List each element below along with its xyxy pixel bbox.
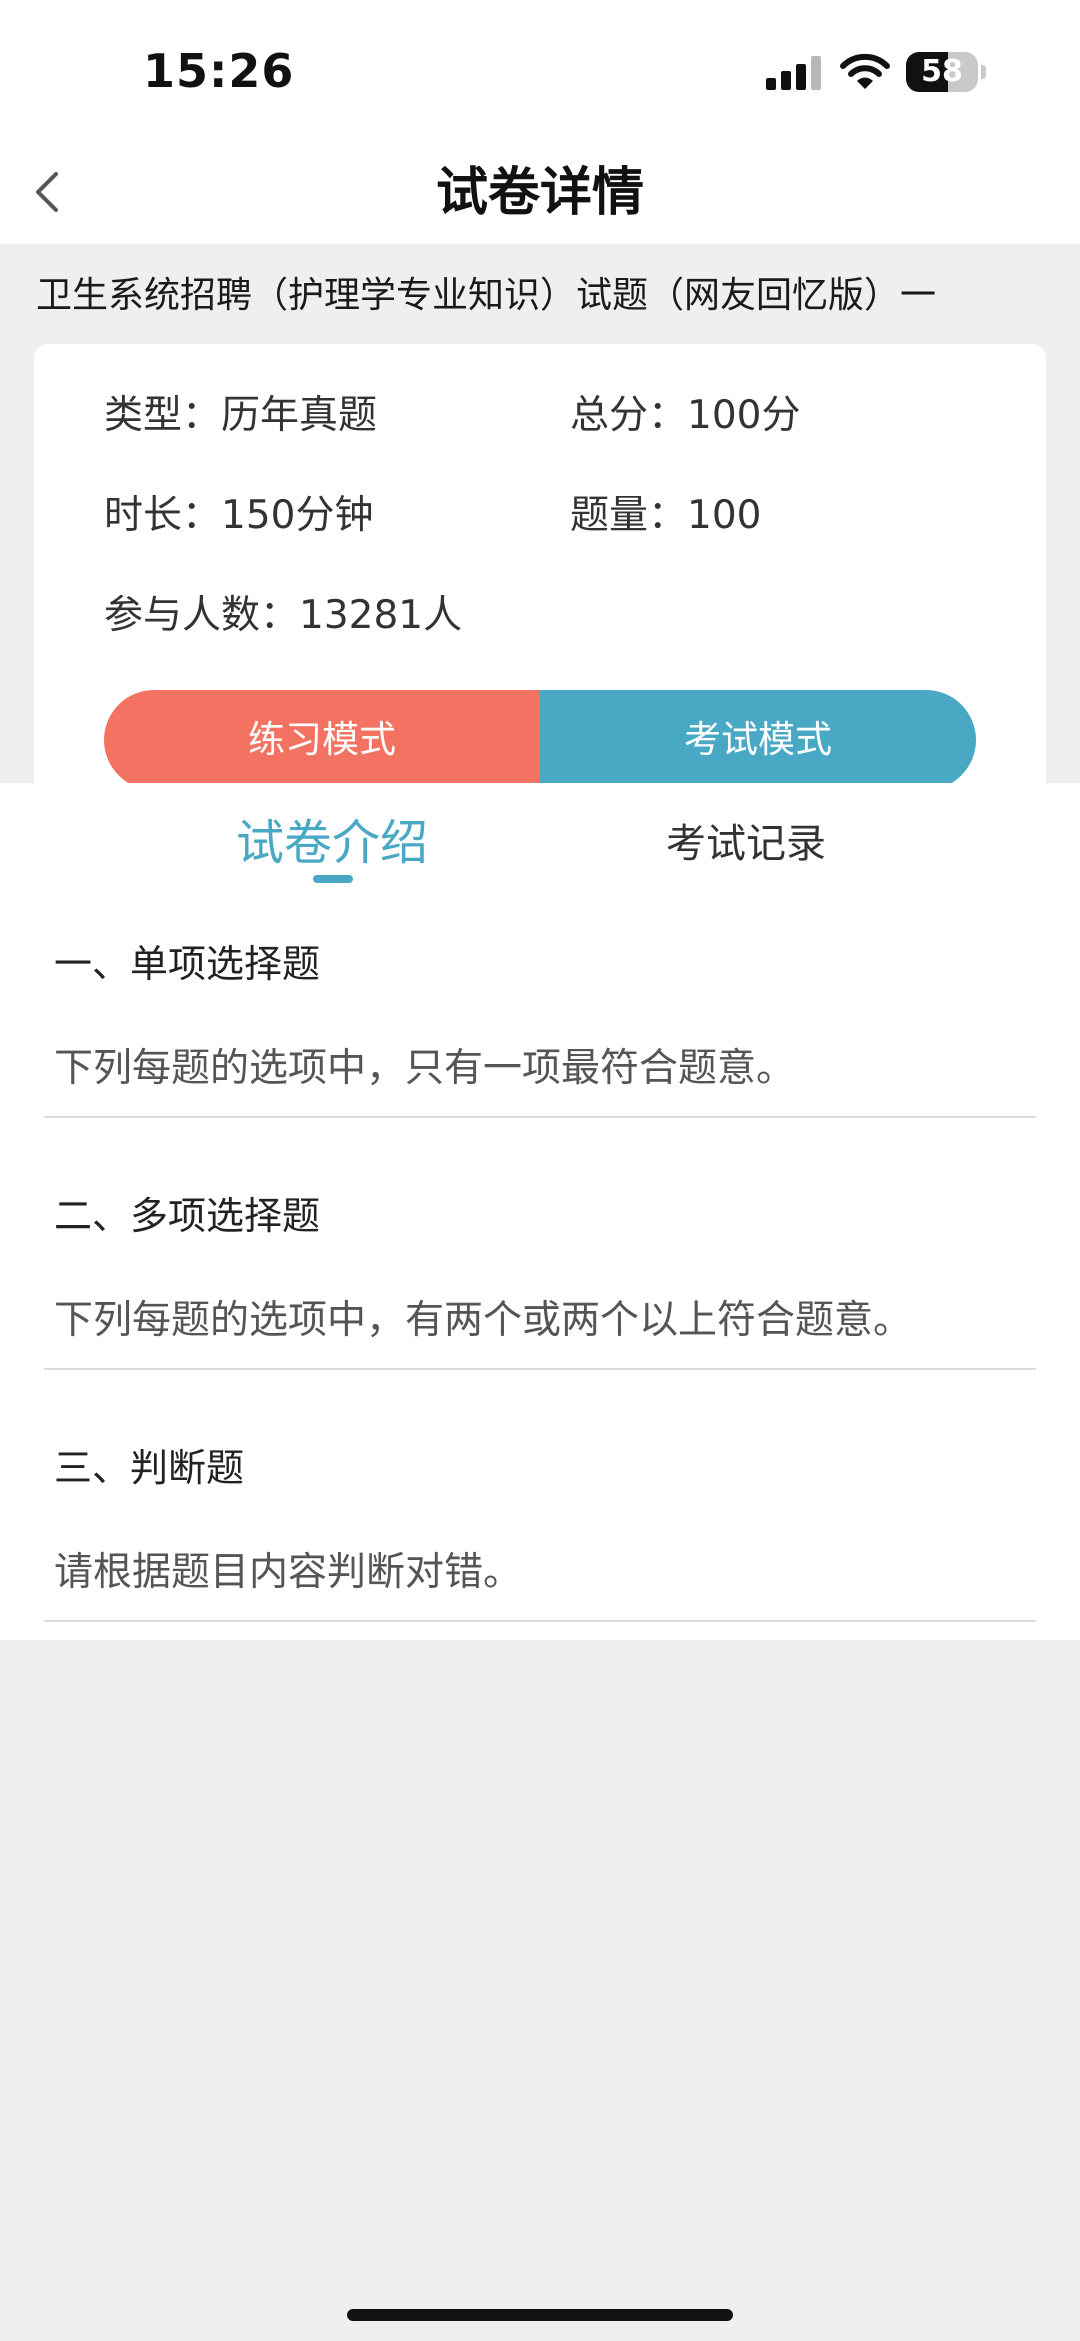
- divider: [44, 1116, 1036, 1118]
- section-heading: 三、判断题: [54, 1446, 245, 1490]
- screen: 15:26 58 试卷详情 卫生系统招聘（护理学专业知识）试题（网友回忆版）一 …: [0, 0, 1080, 2341]
- status-time: 15:26: [143, 44, 295, 98]
- section-heading: 一、单项选择题: [54, 942, 321, 986]
- practice-mode-button[interactable]: 练习模式: [104, 690, 540, 790]
- divider: [44, 1620, 1036, 1622]
- section-heading: 二、多项选择题: [54, 1194, 321, 1238]
- section-description: 请根据题目内容判断对错。: [54, 1550, 523, 1595]
- nav-bar: 试卷详情: [0, 140, 1080, 244]
- page-title: 试卷详情: [435, 163, 644, 223]
- paper-total-score: 总分：100分: [570, 393, 801, 438]
- battery-level: 58: [921, 54, 963, 89]
- section-description: 下列每题的选项中，有两个或两个以上符合题意。: [54, 1298, 913, 1343]
- paper-title: 卫生系统招聘（护理学专业知识）试题（网友回忆版）一: [36, 275, 937, 316]
- home-indicator[interactable]: [347, 2309, 733, 2321]
- signal-icon: [766, 56, 822, 90]
- section-description: 下列每题的选项中，只有一项最符合题意。: [54, 1046, 796, 1091]
- paper-duration: 时长：150分钟: [104, 493, 374, 538]
- paper-question-count: 题量：100: [570, 493, 762, 538]
- mode-buttons: 练习模式 考试模式: [104, 690, 976, 790]
- tab-intro[interactable]: 试卷介绍: [236, 803, 428, 873]
- content-panel: 试卷介绍 考试记录 一、单项选择题 下列每题的选项中，只有一项最符合题意。 二、…: [0, 783, 1080, 1640]
- tab-active-indicator: [313, 875, 353, 883]
- paper-participants: 参与人数：13281人: [104, 593, 463, 638]
- paper-type: 类型：历年真题: [104, 393, 378, 438]
- status-bar: 15:26 58: [0, 0, 1080, 140]
- tab-records[interactable]: 考试记录: [666, 811, 826, 869]
- wifi-icon: [840, 52, 890, 92]
- exam-mode-button[interactable]: 考试模式: [540, 690, 976, 790]
- divider: [44, 1368, 1036, 1370]
- battery-icon: 58: [906, 52, 986, 92]
